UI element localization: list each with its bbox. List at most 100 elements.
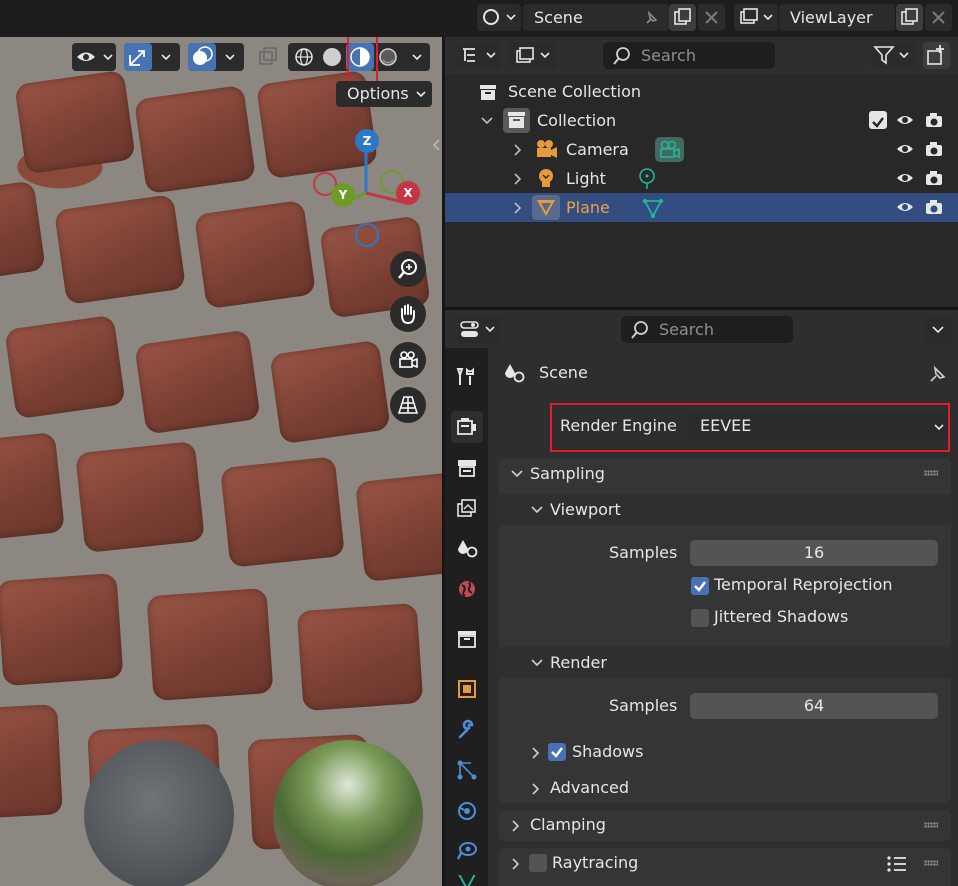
pin-icon[interactable]: [926, 362, 950, 386]
sidebar-toggle-icon[interactable]: [430, 137, 442, 153]
light-data-icon[interactable]: [635, 167, 659, 191]
brick: [133, 84, 257, 195]
camera-render-icon[interactable]: [925, 170, 943, 186]
chevron-down-icon[interactable]: [408, 43, 428, 71]
display-mode-button[interactable]: [509, 42, 557, 69]
shadows-checkbox[interactable]: [548, 743, 566, 761]
area-divider-vertical[interactable]: [442, 37, 445, 886]
pan-button[interactable]: [390, 296, 426, 332]
clamping-panel[interactable]: Clamping: [499, 810, 951, 841]
drag-handle-icon[interactable]: [924, 822, 938, 828]
camera-view-button[interactable]: [390, 342, 426, 378]
tab-render[interactable]: [451, 411, 483, 443]
tab-particles[interactable]: [451, 754, 483, 786]
tab-object[interactable]: [451, 673, 483, 705]
area-divider-horizontal[interactable]: [445, 307, 958, 310]
checkmark-icon: [551, 747, 563, 758]
scene-selector-button[interactable]: [477, 4, 521, 31]
clamping-label: Clamping: [530, 815, 606, 834]
zoom-button[interactable]: [390, 251, 426, 287]
chevron-right-icon[interactable]: [512, 201, 524, 215]
render-samples-field[interactable]: 64: [690, 693, 938, 719]
overlays-button[interactable]: [188, 43, 244, 71]
shadows-subpanel-header[interactable]: Shadows: [499, 737, 951, 768]
tab-data[interactable]: [451, 875, 483, 886]
gizmo-x-axis[interactable]: X: [396, 181, 420, 205]
tree-row-plane[interactable]: Plane: [445, 193, 958, 222]
jittered-shadows-label: Jittered Shadows: [714, 607, 849, 626]
drag-handle-icon[interactable]: [924, 470, 938, 476]
chevron-down-icon[interactable]: [480, 115, 494, 127]
chevron-right-icon[interactable]: [512, 172, 524, 186]
viewlayer-selector-button[interactable]: [734, 4, 778, 31]
tab-modifiers[interactable]: [451, 714, 483, 746]
xray-toggle-button[interactable]: [254, 43, 282, 71]
sampling-header[interactable]: Sampling: [499, 458, 951, 489]
jittered-shadows-checkbox[interactable]: [691, 609, 709, 627]
gizmo-toggle-button[interactable]: [124, 43, 180, 71]
filter-button[interactable]: [871, 42, 915, 69]
view-object-types-button[interactable]: [72, 43, 116, 71]
delete-viewlayer-button[interactable]: [925, 4, 952, 31]
properties-search-input[interactable]: Search: [621, 316, 793, 343]
collection-include-checkbox[interactable]: [869, 111, 887, 129]
chevron-right-icon[interactable]: [512, 143, 524, 157]
viewlayer-name-field[interactable]: ViewLayer: [779, 4, 895, 31]
3d-viewport[interactable]: Options Z Y X: [0, 37, 442, 886]
tab-collection[interactable]: [451, 623, 483, 655]
raytracing-checkbox[interactable]: [529, 854, 547, 872]
mesh-data-icon[interactable]: [641, 196, 665, 220]
ortho-toggle-button[interactable]: [390, 387, 426, 423]
new-collection-button[interactable]: [923, 42, 950, 69]
camera-data-button[interactable]: [655, 137, 684, 162]
wireframe-shading-button[interactable]: [290, 43, 318, 71]
drag-handle-icon[interactable]: [924, 860, 938, 866]
scene-name-field[interactable]: Scene: [523, 4, 669, 31]
camera-object-icon: [537, 140, 557, 158]
hand-icon: [401, 304, 415, 325]
options-dropdown[interactable]: Options: [336, 81, 432, 107]
chevron-right-icon: [512, 858, 520, 870]
properties-panel: Search Scene Render Engine EEVEE Samplin…: [445, 310, 958, 886]
render-subpanel-header[interactable]: Render: [499, 647, 951, 678]
temporal-reprojection-checkbox[interactable]: [691, 577, 709, 595]
tab-world[interactable]: [451, 573, 483, 605]
camera-render-icon[interactable]: [925, 199, 943, 215]
tree-row-light[interactable]: Light: [445, 164, 958, 193]
new-viewlayer-button[interactable]: [896, 4, 923, 31]
tab-constraints[interactable]: [451, 835, 483, 867]
delete-scene-button[interactable]: [698, 4, 725, 31]
advanced-subpanel-header[interactable]: Advanced: [499, 773, 951, 804]
tree-row-camera[interactable]: Camera: [445, 135, 958, 164]
gizmo-y-axis[interactable]: Y: [331, 183, 355, 207]
eye-icon[interactable]: [896, 141, 914, 157]
tab-view-layer[interactable]: [451, 492, 483, 524]
tab-physics[interactable]: [451, 795, 483, 827]
viewport-samples-field[interactable]: 16: [690, 540, 938, 566]
solid-sphere-icon: [323, 48, 341, 66]
outliner-search-input[interactable]: Search: [603, 42, 775, 69]
tab-tool[interactable]: [451, 361, 483, 393]
solid-shading-button[interactable]: [318, 43, 346, 71]
eye-icon[interactable]: [896, 199, 914, 215]
rendered-shading-button[interactable]: [374, 43, 402, 71]
new-scene-button[interactable]: [669, 4, 696, 31]
eye-icon[interactable]: [896, 170, 914, 186]
presets-list-icon[interactable]: [885, 854, 909, 874]
properties-options-button[interactable]: [925, 316, 952, 343]
camera-render-icon[interactable]: [925, 141, 943, 157]
raytracing-panel[interactable]: Raytracing: [499, 848, 951, 886]
pin-icon[interactable]: [641, 8, 661, 28]
tree-row-scene-collection[interactable]: Scene Collection: [445, 77, 958, 106]
editor-type-button[interactable]: [457, 42, 501, 69]
camera-render-icon[interactable]: [925, 112, 943, 128]
tab-output[interactable]: [451, 452, 483, 484]
eye-icon[interactable]: [896, 112, 914, 128]
gizmo-z-axis[interactable]: Z: [355, 129, 379, 153]
editor-type-button[interactable]: [457, 316, 501, 343]
viewport-subpanel-header[interactable]: Viewport: [499, 494, 951, 525]
chevron-right-icon: [532, 783, 540, 795]
gizmo-neg-z-axis[interactable]: [355, 223, 379, 247]
tree-row-collection[interactable]: Collection: [445, 106, 958, 135]
tab-scene[interactable]: [451, 533, 483, 565]
